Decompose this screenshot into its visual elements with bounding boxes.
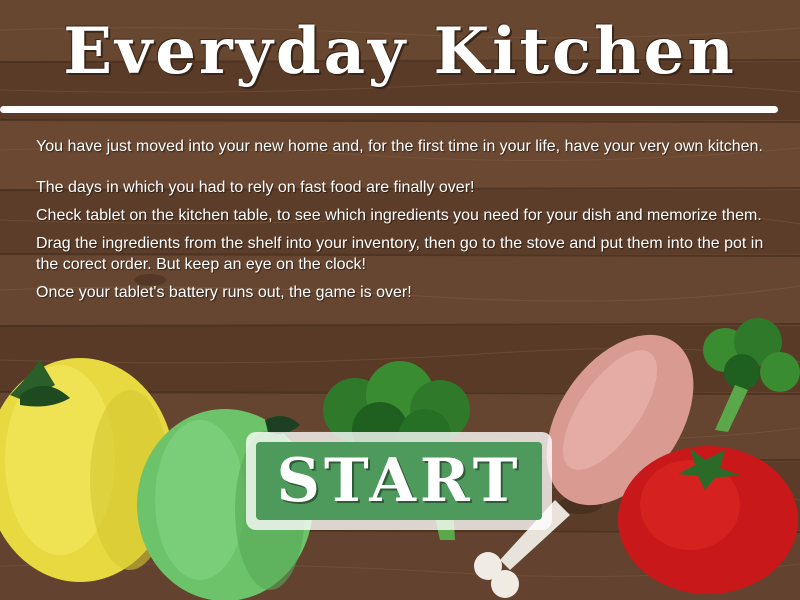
broccoli-small-icon: [703, 318, 800, 432]
tomato-icon: [618, 446, 798, 594]
start-button-face[interactable]: START: [256, 442, 542, 520]
start-button[interactable]: START: [246, 432, 552, 530]
title-screen: Everyday Kitchen You have just moved int…: [0, 0, 800, 600]
start-button-label: START: [276, 446, 522, 516]
